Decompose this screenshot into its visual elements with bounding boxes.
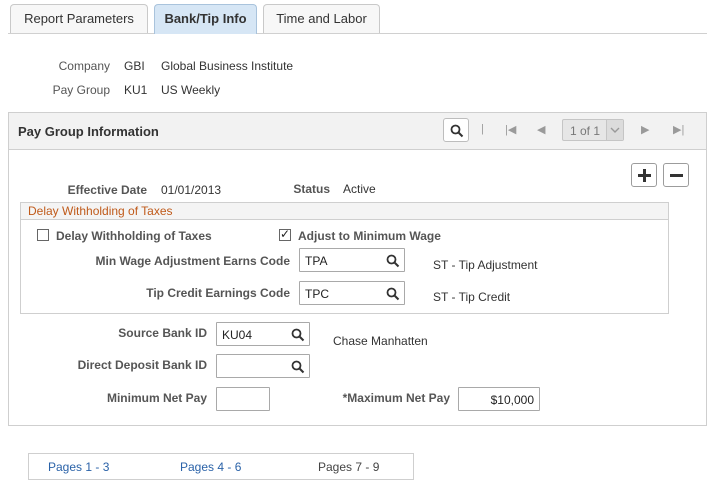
source-bank-description: Chase Manhatten — [333, 334, 428, 348]
group-title: Pay Group Information — [18, 124, 159, 139]
source-bank-id-field[interactable]: KU04 — [216, 322, 310, 346]
delete-row-button[interactable] — [663, 163, 689, 187]
lookup-search-icon[interactable] — [291, 328, 305, 342]
company-name: Global Business Institute — [161, 59, 294, 73]
paygroup-label: Pay Group — [52, 83, 110, 97]
maximum-net-pay-label: *Maximum Net Pay — [342, 391, 450, 405]
effective-date-label: Effective Date — [67, 183, 147, 197]
tab-label: Report Parameters — [24, 11, 134, 26]
minus-icon — [670, 174, 683, 177]
previous-page-icon[interactable]: ◀ — [537, 123, 545, 136]
last-page-icon[interactable]: ▶| — [673, 123, 684, 136]
checkmark-icon: ✓ — [280, 227, 291, 241]
direct-deposit-bank-id-label: Direct Deposit Bank ID — [77, 358, 207, 372]
min-wage-earns-code-field[interactable]: TPA — [299, 248, 405, 272]
tab-time-and-labor[interactable]: Time and Labor — [263, 4, 380, 33]
direct-deposit-bank-id-field[interactable] — [216, 354, 310, 378]
effective-date-value: 01/01/2013 — [161, 183, 222, 197]
company-label: Company — [58, 59, 110, 73]
min-wage-earns-code-value: TPA — [305, 254, 328, 268]
tab-bank-tip-info[interactable]: Bank/Tip Info — [154, 4, 257, 34]
minimum-net-pay-field[interactable] — [216, 387, 270, 411]
pages-7-9-current: Pages 7 - 9 — [318, 460, 380, 474]
nav-divider-icon: | — [481, 123, 484, 135]
first-page-icon[interactable]: |◀ — [505, 123, 516, 136]
min-wage-earns-code-description: ST - Tip Adjustment — [433, 258, 538, 272]
tab-report-parameters[interactable]: Report Parameters — [10, 4, 148, 33]
add-row-button[interactable] — [631, 163, 657, 187]
paygroup-name: US Weekly — [161, 83, 221, 97]
tab-bar-divider — [8, 33, 707, 34]
pages-4-6-link[interactable]: Pages 4 - 6 — [180, 460, 241, 474]
tip-credit-earnings-code-value: TPC — [305, 287, 329, 301]
maximum-net-pay-field[interactable]: $10,000 — [458, 387, 540, 411]
min-wage-earns-code-label: Min Wage Adjustment Earns Code — [95, 254, 290, 268]
pages-1-3-link[interactable]: Pages 1 - 3 — [48, 460, 109, 474]
status-label: Status — [293, 182, 330, 196]
tab-label: Time and Labor — [276, 11, 367, 26]
paygroup-code: KU1 — [124, 83, 148, 97]
delay-withholding-checkbox[interactable] — [37, 229, 49, 241]
lookup-search-icon[interactable] — [386, 287, 400, 301]
adjust-minimum-wage-checkbox[interactable]: ✓ — [279, 227, 291, 241]
search-icon — [450, 124, 464, 138]
plus-icon — [638, 169, 651, 182]
delay-withholding-checkbox-label: Delay Withholding of Taxes — [56, 229, 212, 243]
status-value: Active — [343, 182, 376, 196]
tip-credit-earnings-code-description: ST - Tip Credit — [433, 290, 511, 304]
row-count: 1 of 1 — [570, 124, 601, 138]
company-code: GBI — [124, 59, 145, 73]
chevron-down-icon — [606, 120, 623, 140]
tip-credit-earnings-code-field[interactable]: TPC — [299, 281, 405, 305]
minimum-net-pay-label: Minimum Net Pay — [106, 391, 207, 405]
delay-withholding-title: Delay Withholding of Taxes — [28, 204, 173, 218]
tab-label: Bank/Tip Info — [164, 11, 247, 26]
source-bank-id-label: Source Bank ID — [118, 326, 207, 340]
find-button[interactable] — [443, 118, 469, 142]
maximum-net-pay-value: $10,000 — [490, 393, 534, 407]
lookup-search-icon[interactable] — [291, 360, 305, 374]
row-selector[interactable]: 1 of 1 — [562, 119, 624, 141]
lookup-search-icon[interactable] — [386, 254, 400, 268]
next-page-icon[interactable]: ▶ — [641, 123, 649, 136]
source-bank-id-value: KU04 — [222, 328, 253, 342]
adjust-minimum-wage-label: Adjust to Minimum Wage — [298, 229, 441, 243]
tip-credit-earnings-code-label: Tip Credit Earnings Code — [146, 286, 290, 300]
